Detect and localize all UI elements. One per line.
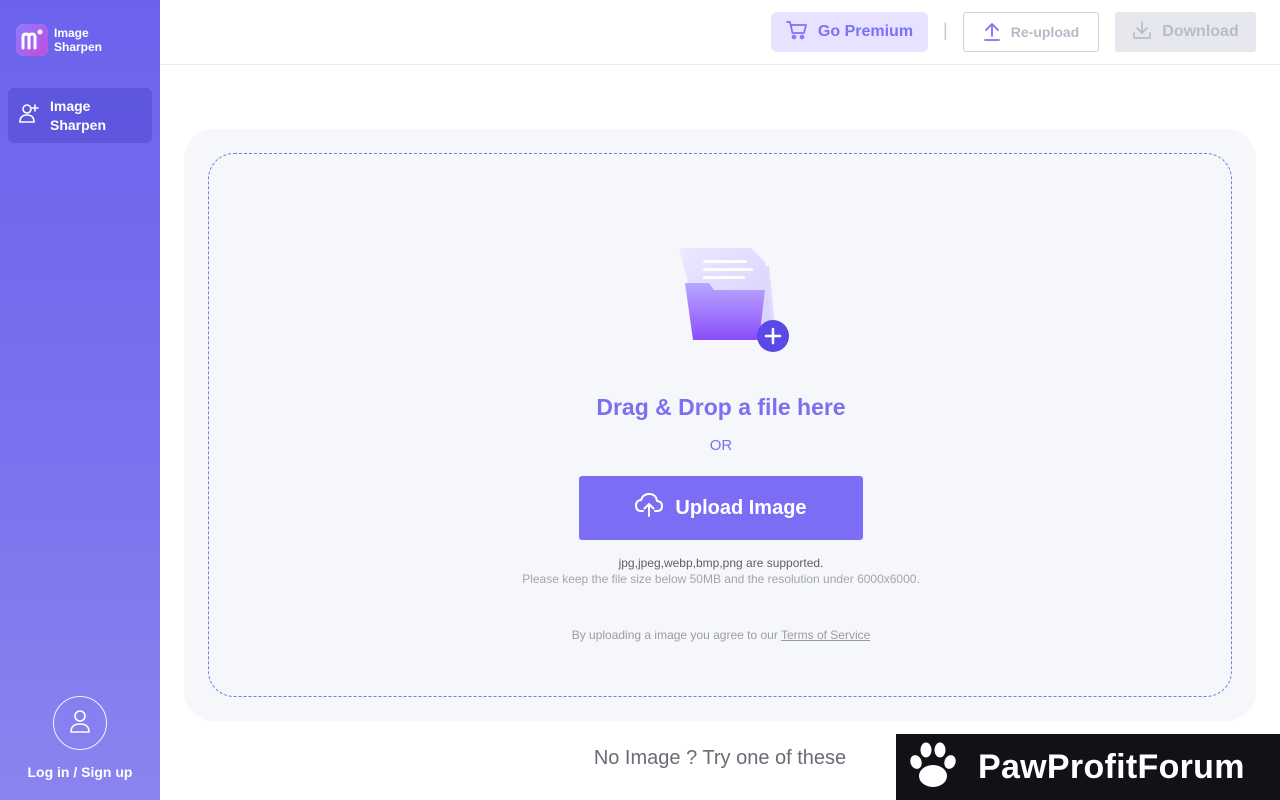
download-icon	[1132, 20, 1152, 45]
logo-text: Image Sharpen	[54, 26, 103, 54]
upload-image-label: Upload Image	[675, 496, 807, 519]
download-button[interactable]: Download	[1115, 12, 1256, 52]
app-root: Image Sharpen Image Sharpen Log in / Sig…	[0, 0, 1280, 800]
watermark-banner: PawProfitForum	[896, 734, 1280, 800]
terms-prefix: By uploading a image you agree to our	[571, 628, 781, 642]
upload-image-button[interactable]: Upload Image	[579, 476, 863, 540]
avatar-button[interactable]	[53, 696, 107, 750]
sample-prompt-text: No Image ? Try one of these	[593, 747, 847, 769]
app-logo[interactable]: Image Sharpen	[16, 24, 114, 56]
reupload-label: Re-upload	[1010, 24, 1080, 40]
user-icon	[68, 708, 92, 739]
sidebar: Image Sharpen Image Sharpen Log in / Sig…	[0, 0, 160, 800]
go-premium-label: Go Premium	[817, 23, 914, 40]
drop-zone[interactable]: Drag & Drop a file here OR Upload Image …	[208, 153, 1232, 697]
cloud-upload-icon	[635, 493, 664, 523]
user-add-icon	[18, 102, 40, 129]
download-label: Download	[1162, 23, 1239, 40]
toolbar-separator: |	[943, 20, 948, 40]
reupload-button[interactable]: Re-upload	[963, 12, 1099, 52]
sidebar-item-label: Image Sharpen	[50, 97, 107, 133]
sidebar-item-image-sharpen[interactable]: Image Sharpen	[8, 88, 152, 143]
login-area: Log in / Sign up	[0, 696, 160, 780]
upload-card: Drag & Drop a file here OR Upload Image …	[184, 129, 1256, 721]
logo-icon	[16, 24, 48, 56]
paw-icon	[906, 738, 960, 797]
drop-title: Drag & Drop a file here	[596, 394, 846, 420]
terms-of-service-link[interactable]: Terms of Service	[781, 628, 870, 642]
login-signup-link[interactable]: Log in / Sign up	[28, 764, 133, 780]
upload-arrow-icon	[983, 21, 1001, 44]
top-toolbar: Go Premium | Re-upload Download	[160, 0, 1280, 65]
watermark-text: PawProfitForum	[978, 747, 1245, 786]
file-limits-text: Please keep the file size below 50MB and…	[522, 572, 920, 586]
folder-add-icon	[659, 246, 789, 361]
go-premium-button[interactable]: Go Premium	[771, 12, 928, 52]
supported-formats-text: jpg,jpeg,webp,bmp,png are supported.	[618, 556, 824, 570]
terms-notice: By uploading a image you agree to our Te…	[209, 628, 1233, 642]
cart-icon	[786, 20, 808, 45]
or-divider-text: OR	[709, 437, 733, 454]
